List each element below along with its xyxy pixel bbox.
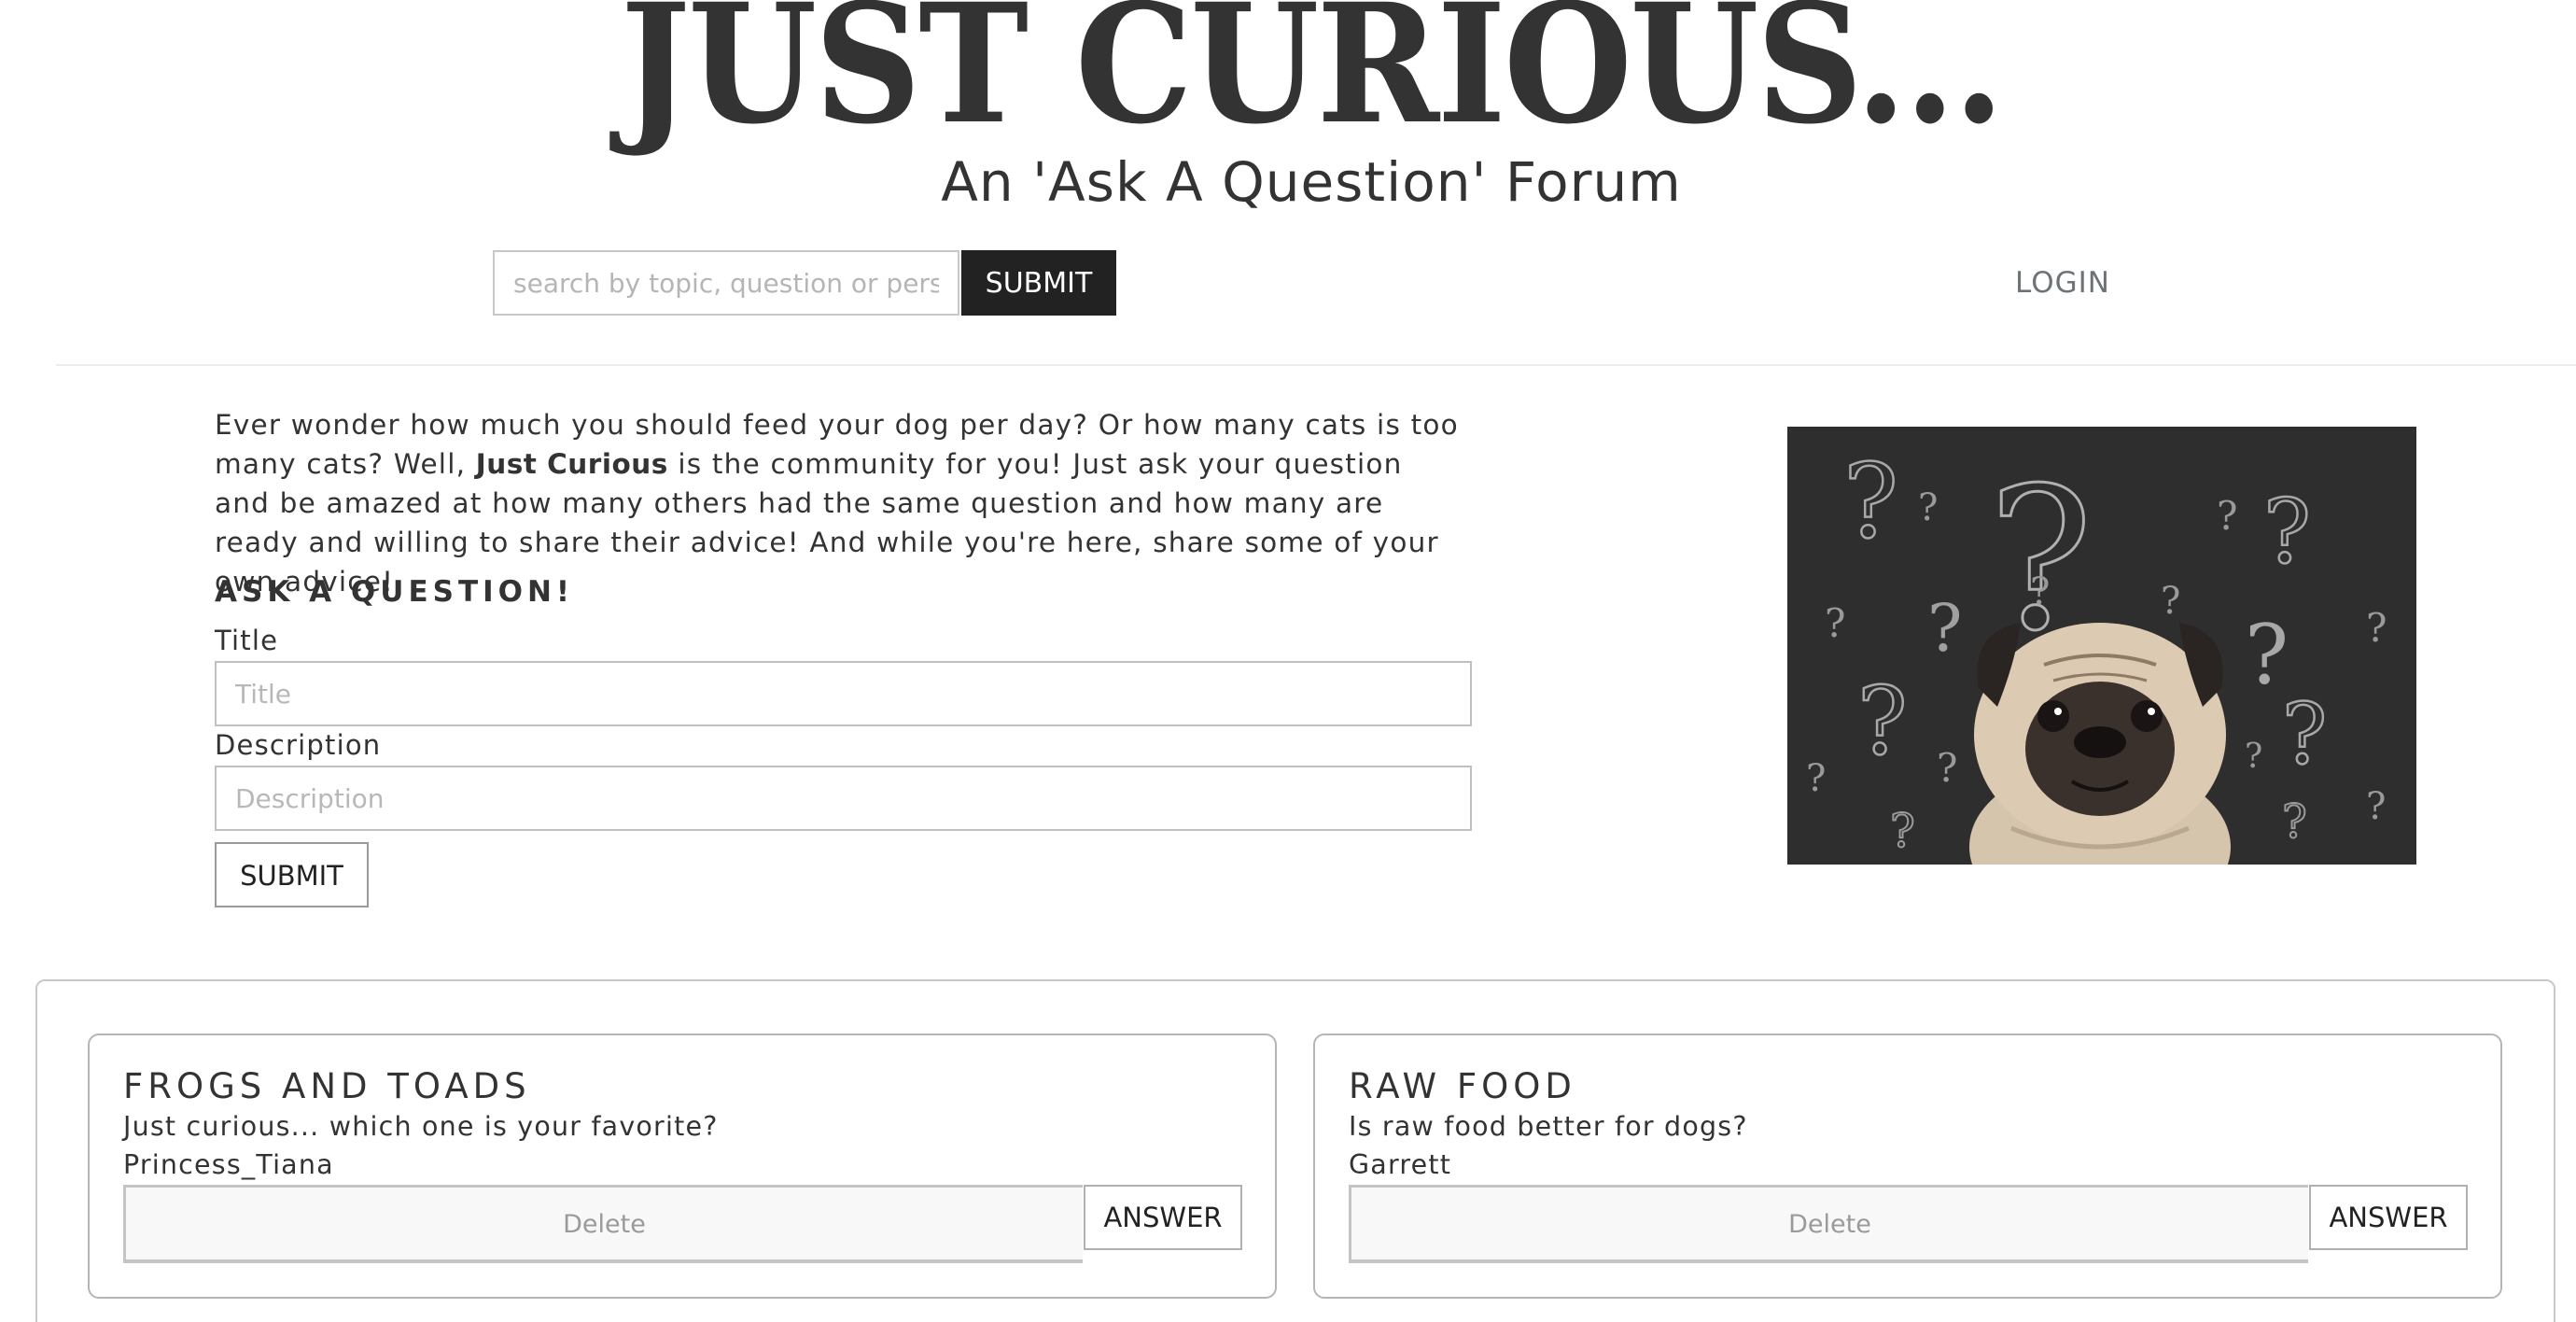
title-input[interactable]: [215, 661, 1472, 726]
chalk-question-mark-icon: ?: [2366, 605, 2387, 651]
question-card: FROGS AND TOADS Just curious... which on…: [88, 1034, 1277, 1299]
chalk-question-mark-icon: ?: [2366, 785, 2386, 828]
question-title: FROGS AND TOADS: [123, 1066, 531, 1106]
question-author: Garrett: [1349, 1149, 1452, 1180]
description-input[interactable]: [215, 766, 1472, 831]
chalk-question-mark-icon: ?: [2282, 685, 2327, 783]
chalk-question-mark-icon: ?: [2263, 481, 2311, 584]
page: JUST CURIOUS... An 'Ask A Question' Foru…: [0, 0, 2576, 1322]
chalk-question-mark-icon: ?: [2030, 570, 2050, 613]
site-subtitle: An 'Ask A Question' Forum: [941, 150, 1682, 214]
chalk-question-mark-icon: ?: [2282, 795, 2307, 849]
search-input[interactable]: [493, 250, 959, 316]
chalk-question-mark-icon: ?: [2217, 493, 2238, 539]
site-title: JUST CURIOUS...: [620, 0, 2005, 161]
chalk-question-mark-icon: ?: [1825, 600, 1846, 646]
chalk-question-mark-icon: ?: [1918, 486, 1938, 529]
login-link[interactable]: LOGIN: [1988, 250, 2137, 316]
pug-dog-icon: [1969, 623, 2231, 865]
description-label: Description: [215, 729, 382, 761]
ask-submit-button[interactable]: SUBMIT: [215, 842, 369, 907]
delete-button[interactable]: Delete: [1349, 1185, 2308, 1263]
title-label: Title: [215, 625, 279, 656]
chalk-question-mark-icon: ?: [1890, 804, 1915, 858]
hero-image: ? ? ? ? ? ? ? ? ? ? ? ? ? ? ? ? ? ? ?: [1787, 427, 2416, 865]
chalk-question-mark-icon: ?: [1806, 757, 1826, 800]
question-description: Is raw food better for dogs?: [1349, 1111, 1748, 1142]
answer-button[interactable]: ANSWER: [2309, 1185, 2468, 1250]
question-card: RAW FOOD Is raw food better for dogs? Ga…: [1313, 1034, 2502, 1299]
chalk-question-mark-icon: ?: [2161, 580, 2180, 623]
ask-question-heading: ASK A QUESTION!: [215, 575, 575, 609]
chalk-question-mark-icon: ?: [1843, 442, 1898, 561]
search-submit-button[interactable]: SUBMIT: [961, 250, 1116, 316]
question-author: Princess_Tiana: [123, 1149, 334, 1180]
chalk-question-mark-icon: ?: [1937, 745, 1958, 791]
answer-button[interactable]: ANSWER: [1084, 1185, 1242, 1250]
header-divider: [56, 364, 2576, 366]
question-description: Just curious... which one is your favori…: [123, 1111, 719, 1142]
question-title: RAW FOOD: [1349, 1066, 1576, 1106]
delete-button[interactable]: Delete: [123, 1185, 1083, 1263]
chalk-question-mark-icon: ?: [2245, 738, 2262, 776]
intro-brand: Just Curious: [475, 448, 668, 480]
chalk-question-mark-icon: ?: [1927, 590, 1963, 667]
chalk-question-mark-icon: ?: [1857, 667, 1908, 776]
